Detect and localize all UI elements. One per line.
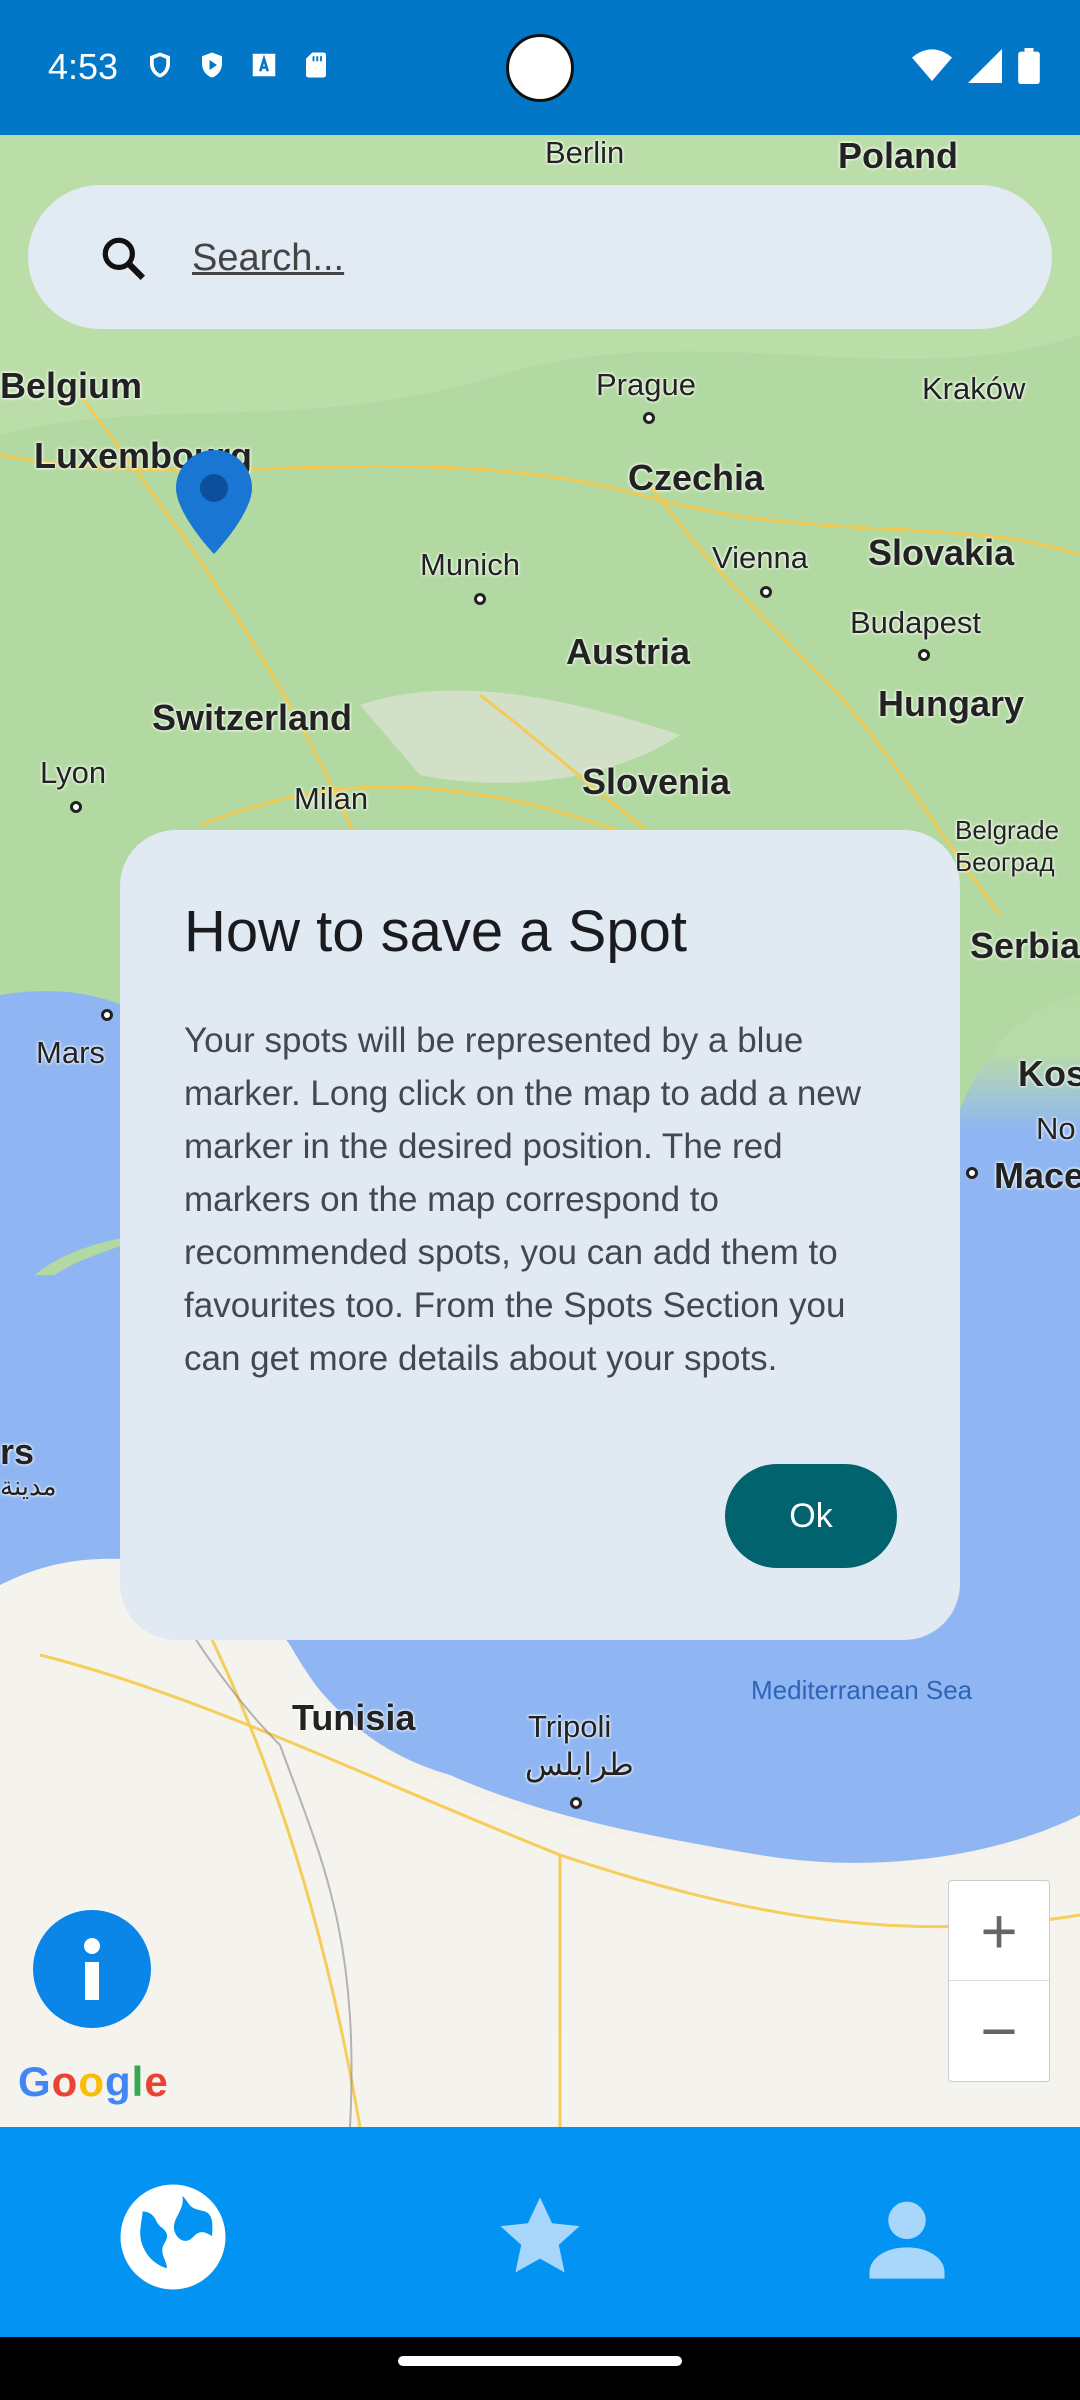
google-logo: Google [18, 2058, 169, 2105]
map-label: Lyon [40, 755, 107, 790]
ok-button[interactable]: Ok [725, 1464, 897, 1568]
wifi-icon [912, 49, 952, 88]
nav-item-map[interactable] [113, 2177, 233, 2297]
map-label: Belgium [0, 365, 143, 406]
map-label: No [1036, 1111, 1076, 1146]
city-dot [474, 593, 486, 605]
nav-item-profile[interactable] [847, 2177, 967, 2297]
map-label: Mars [36, 1035, 105, 1070]
status-time: 4:53 [48, 46, 119, 87]
map-label: Budapest [850, 605, 981, 640]
map-label: Vienna [712, 540, 808, 575]
map-label: Kosov [1018, 1053, 1080, 1094]
map-label: Slovakia [868, 532, 1015, 573]
zoom-controls: + − [948, 1880, 1050, 2082]
play-protect-icon [197, 50, 227, 80]
search-bar [28, 185, 1052, 329]
person-icon [869, 2201, 945, 2279]
city-dot [101, 1009, 113, 1021]
a-box-icon [249, 50, 279, 80]
battery-icon [1018, 48, 1040, 89]
map-label: Mace [994, 1155, 1080, 1196]
city-dot [760, 586, 772, 598]
nav-item-favourites[interactable] [480, 2177, 600, 2297]
map-label: Hungary [878, 683, 1025, 724]
globe-icon [120, 2184, 226, 2290]
map-label: Milan [294, 781, 369, 816]
map-label: rs [0, 1431, 35, 1472]
dialog-body: Your spots will be represented by a blue… [184, 1021, 862, 1378]
star-icon [500, 2197, 580, 2273]
map-label: Berlin [545, 135, 625, 170]
map-label: Munich [420, 547, 520, 582]
map-label: مدينة [0, 1471, 57, 1501]
map-label: Београд [955, 847, 1055, 877]
map-label: Poland [838, 135, 959, 176]
map-label: Slovenia [582, 761, 731, 802]
dialog-title: How to save a Spot [184, 899, 687, 964]
info-button[interactable] [33, 1910, 151, 2028]
map-label: Mediterranean Sea [751, 1675, 973, 1705]
city-dot [570, 1797, 582, 1809]
map-label: Tripoli [528, 1709, 612, 1744]
zoom-out-button[interactable]: − [949, 1981, 1049, 2080]
status-bar: 4:53 [0, 0, 1080, 135]
map-label: طرابلس [525, 1747, 634, 1782]
map-label: Switzerland [152, 697, 353, 738]
sd-card-icon [301, 50, 331, 80]
bottom-nav [0, 2127, 1080, 2337]
info-icon [84, 1938, 100, 2000]
city-dot [70, 801, 82, 813]
city-dot [966, 1167, 978, 1179]
camera-cutout [506, 34, 574, 102]
search-icon [102, 237, 146, 281]
system-nav-bar [0, 2337, 1080, 2400]
city-dot [918, 649, 930, 661]
map-label: Belgrade [955, 815, 1060, 845]
search-input[interactable] [190, 225, 994, 291]
home-gesture-bar[interactable] [398, 2356, 682, 2366]
map-label: Austria [566, 631, 691, 672]
map-label: Kraków [922, 371, 1026, 406]
city-dot [643, 412, 655, 424]
how-to-dialog: How to save a Spot Your spots will be re… [120, 830, 960, 1640]
blue-marker-icon[interactable] [176, 450, 252, 554]
status-left-icons [145, 50, 331, 80]
shield-icon [145, 50, 175, 80]
map-label: Serbia [970, 925, 1080, 966]
status-right-icons [912, 48, 1040, 89]
map-label: Czechia [628, 457, 765, 498]
signal-icon [968, 49, 1002, 88]
map-label: Tunisia [292, 1697, 416, 1738]
zoom-in-button[interactable]: + [949, 1881, 1049, 1981]
map-label: Prague [596, 367, 696, 402]
